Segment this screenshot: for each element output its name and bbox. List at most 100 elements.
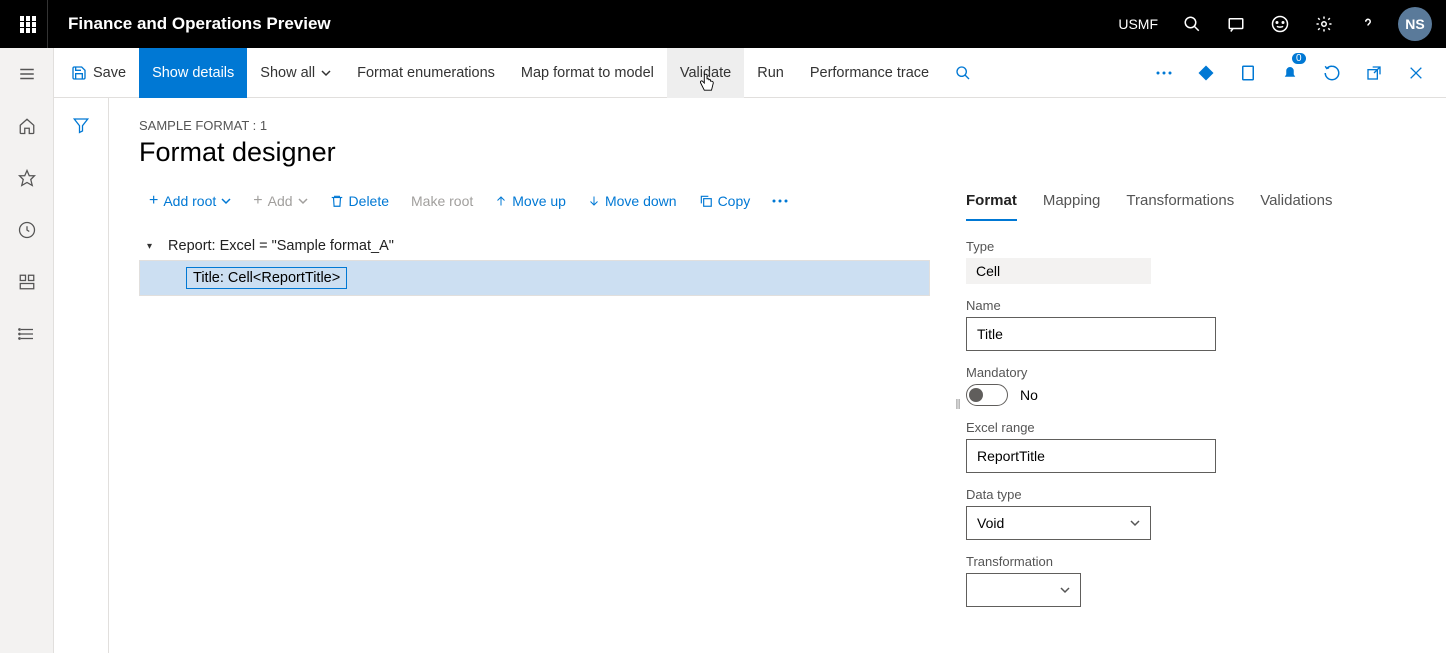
tab-validations[interactable]: Validations xyxy=(1260,186,1332,221)
delete-button[interactable]: Delete xyxy=(320,187,399,215)
show-details-button[interactable]: Show details xyxy=(139,48,247,98)
add-label: Add xyxy=(268,193,293,209)
overflow-button[interactable] xyxy=(1146,55,1182,91)
make-root-label: Make root xyxy=(411,193,473,209)
app-launcher-button[interactable] xyxy=(8,0,48,48)
user-avatar[interactable]: NS xyxy=(1398,7,1432,41)
properties-pane: Format Mapping Transformations Validatio… xyxy=(966,186,1416,621)
chevron-down-icon xyxy=(1130,518,1140,528)
tab-format[interactable]: Format xyxy=(966,186,1017,221)
chevron-down-icon xyxy=(298,196,308,206)
format-enumerations-button[interactable]: Format enumerations xyxy=(344,48,508,98)
chevron-down-icon xyxy=(1060,585,1070,595)
move-down-button[interactable]: Move down xyxy=(578,187,687,215)
tree-caret-icon[interactable]: ▾ xyxy=(147,241,152,252)
nav-hamburger-icon[interactable] xyxy=(7,58,47,90)
map-format-label: Map format to model xyxy=(521,65,654,81)
copy-icon xyxy=(699,194,713,208)
tree-toolbar: +Add root +Add Delete xyxy=(139,186,950,216)
add-root-button[interactable]: +Add root xyxy=(139,186,241,216)
add-root-label: Add root xyxy=(163,193,216,209)
options-button[interactable] xyxy=(1188,55,1224,91)
settings-icon[interactable] xyxy=(1304,0,1344,48)
mandatory-value: No xyxy=(1020,387,1038,403)
show-all-button[interactable]: Show all xyxy=(247,48,344,98)
tree-root-node[interactable]: ▾ Report: Excel = "Sample format_A" xyxy=(139,232,930,260)
make-root-button: Make root xyxy=(401,187,483,215)
name-input[interactable] xyxy=(966,317,1216,351)
top-bar: Finance and Operations Preview USMF NS xyxy=(0,0,1446,48)
validate-button[interactable]: Validate xyxy=(667,48,744,98)
chevron-down-icon xyxy=(221,196,231,206)
name-label: Name xyxy=(966,298,1416,313)
type-label: Type xyxy=(966,239,1416,254)
splitter-handle[interactable]: ‖ xyxy=(950,186,966,621)
search-icon[interactable] xyxy=(1172,0,1212,48)
find-button[interactable] xyxy=(942,48,984,98)
nav-workspaces-icon[interactable] xyxy=(7,266,47,298)
nav-modules-icon[interactable] xyxy=(7,318,47,350)
format-tree: ▾ Report: Excel = "Sample format_A" Titl… xyxy=(139,232,930,296)
datatype-label: Data type xyxy=(966,487,1416,502)
type-value: Cell xyxy=(966,258,1151,284)
help-icon[interactable] xyxy=(1348,0,1388,48)
refresh-button[interactable] xyxy=(1314,55,1350,91)
run-label: Run xyxy=(757,65,784,81)
app-title: Finance and Operations Preview xyxy=(48,14,351,34)
tab-mapping[interactable]: Mapping xyxy=(1043,186,1101,221)
page-title: Format designer xyxy=(139,137,1416,168)
datatype-select[interactable]: Void xyxy=(966,506,1151,540)
validate-label: Validate xyxy=(680,65,731,81)
attach-button[interactable] xyxy=(1230,55,1266,91)
popout-button[interactable] xyxy=(1356,55,1392,91)
nav-home-icon[interactable] xyxy=(7,110,47,142)
transformation-select[interactable] xyxy=(966,573,1081,607)
datatype-value: Void xyxy=(977,515,1004,531)
filter-icon[interactable] xyxy=(72,116,90,653)
range-input[interactable] xyxy=(966,439,1216,473)
notification-badge: 0 xyxy=(1292,53,1306,64)
more-button[interactable] xyxy=(762,193,798,209)
command-bar: Save Show details Show all Format enumer… xyxy=(54,48,1446,98)
notifications-button[interactable]: 0 xyxy=(1272,55,1308,91)
move-down-label: Move down xyxy=(605,193,677,209)
tab-transformations[interactable]: Transformations xyxy=(1126,186,1234,221)
mandatory-label: Mandatory xyxy=(966,365,1416,380)
range-label: Excel range xyxy=(966,420,1416,435)
run-button[interactable]: Run xyxy=(744,48,797,98)
show-details-label: Show details xyxy=(152,65,234,81)
arrow-down-icon xyxy=(588,195,600,207)
save-label: Save xyxy=(93,65,126,81)
map-format-button[interactable]: Map format to model xyxy=(508,48,667,98)
close-button[interactable] xyxy=(1398,55,1434,91)
waffle-icon xyxy=(20,16,36,32)
left-nav xyxy=(0,48,54,653)
perf-label: Performance trace xyxy=(810,65,929,81)
tree-child-node[interactable]: Title: Cell<ReportTitle> xyxy=(139,260,930,296)
nav-favorites-icon[interactable] xyxy=(7,162,47,194)
show-all-label: Show all xyxy=(260,65,315,81)
chevron-down-icon xyxy=(321,68,331,78)
trash-icon xyxy=(330,194,344,208)
nav-recent-icon[interactable] xyxy=(7,214,47,246)
company-code[interactable]: USMF xyxy=(1118,16,1158,32)
performance-trace-button[interactable]: Performance trace xyxy=(797,48,942,98)
move-up-label: Move up xyxy=(512,193,566,209)
tree-child-label: Title: Cell<ReportTitle> xyxy=(186,267,347,289)
ellipsis-icon xyxy=(772,199,788,203)
save-button[interactable]: Save xyxy=(58,48,139,98)
move-up-button[interactable]: Move up xyxy=(485,187,576,215)
feedback-icon[interactable] xyxy=(1260,0,1300,48)
copy-button[interactable]: Copy xyxy=(689,187,761,215)
filter-pane xyxy=(54,98,109,653)
message-icon[interactable] xyxy=(1216,0,1256,48)
arrow-up-icon xyxy=(495,195,507,207)
breadcrumb: SAMPLE FORMAT : 1 xyxy=(139,118,1416,133)
mandatory-toggle[interactable] xyxy=(966,384,1008,406)
format-enum-label: Format enumerations xyxy=(357,65,495,81)
copy-label: Copy xyxy=(718,193,751,209)
transformation-label: Transformation xyxy=(966,554,1416,569)
delete-label: Delete xyxy=(349,193,389,209)
tree-root-label: Report: Excel = "Sample format_A" xyxy=(168,238,394,254)
add-button: +Add xyxy=(243,186,317,216)
